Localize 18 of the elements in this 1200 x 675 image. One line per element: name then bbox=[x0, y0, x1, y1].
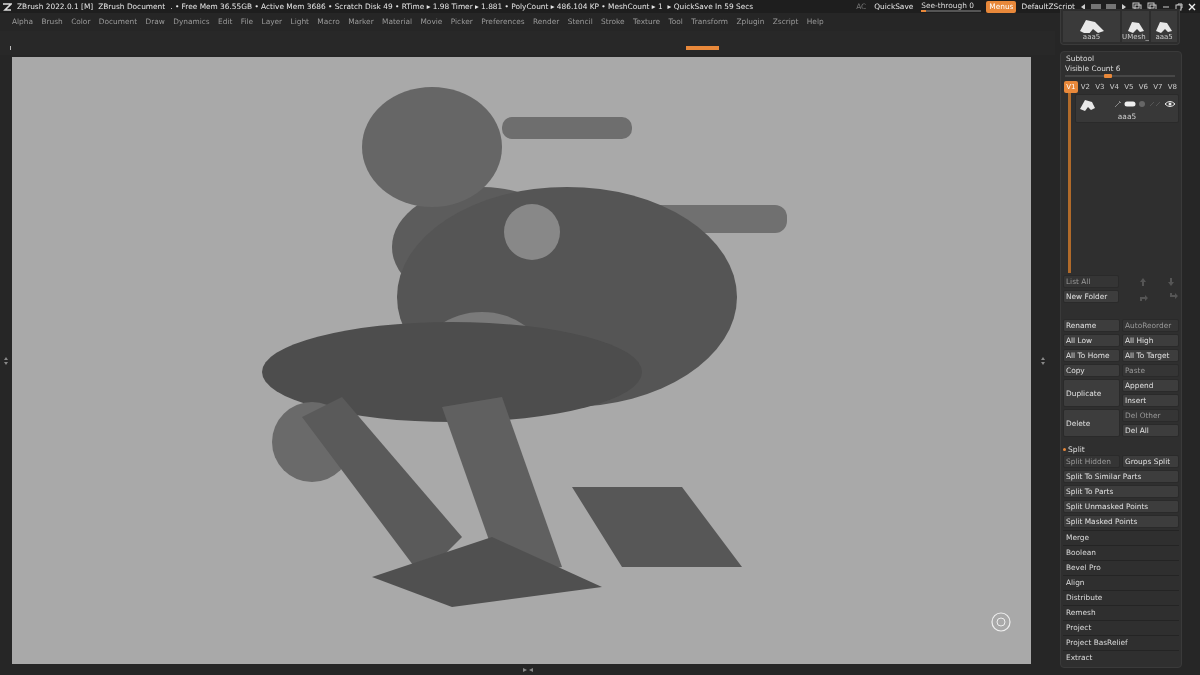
logo-icon bbox=[2, 1, 12, 12]
figure-icon bbox=[1127, 21, 1144, 33]
scroll-bar[interactable] bbox=[1068, 93, 1071, 274]
figure-icon bbox=[1079, 19, 1104, 33]
right-arrow-icon[interactable] bbox=[1121, 2, 1127, 11]
eye-icon[interactable] bbox=[1164, 100, 1176, 108]
slider-fill[interactable] bbox=[921, 9, 927, 12]
slider-thumb[interactable] bbox=[1103, 74, 1112, 78]
shelf-marker[interactable] bbox=[686, 45, 719, 50]
slider-track[interactable] bbox=[921, 9, 982, 12]
grip-icon[interactable] bbox=[1091, 2, 1101, 11]
brush-icon[interactable] bbox=[1114, 100, 1122, 108]
grip-icon[interactable] bbox=[1106, 2, 1116, 11]
figure-icon bbox=[1156, 21, 1173, 33]
collapse-arrows-icon[interactable] bbox=[521, 666, 534, 673]
close-icon[interactable] bbox=[1188, 2, 1196, 11]
left-arrow-icon[interactable] bbox=[1080, 2, 1086, 11]
toggle-icon[interactable] bbox=[1124, 100, 1136, 108]
